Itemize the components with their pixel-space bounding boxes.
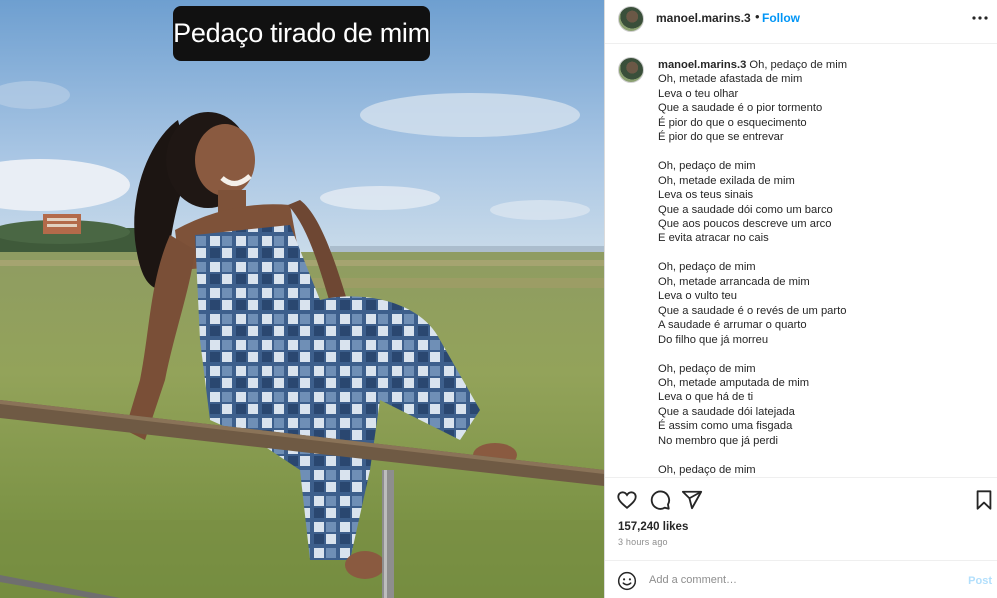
photo-scene [0,0,604,598]
heart-icon[interactable] [616,489,638,511]
post-image[interactable]: Pedaço tirado de mim [0,0,604,598]
author-username[interactable]: manoel.marins.3 [656,11,751,25]
story-text-overlay: Pedaço tirado de mim [173,6,430,61]
post-timestamp[interactable]: 3 hours ago [618,537,668,547]
like-count[interactable]: 157,240 likes [618,521,688,533]
comment-bar: Post [605,560,997,598]
caption-first-line: Oh, pedaço de mim [749,59,848,71]
author-avatar[interactable] [618,6,644,32]
caption-avatar[interactable] [618,57,644,83]
follow-button[interactable]: Follow [762,11,800,25]
header-separator: • [755,9,760,24]
post-header: manoel.marins.3 • Follow [605,0,997,44]
comments-section[interactable]: manoel.marins.3 Oh, pedaço de mim Oh, me… [605,44,997,477]
post-comment-button[interactable]: Post [968,575,992,587]
post-caption: manoel.marins.3 Oh, pedaço de mim Oh, me… [658,58,988,477]
comment-icon[interactable] [649,489,671,511]
caption-body: Oh, metade afastada de mim Leva o teu ol… [658,73,847,476]
bookmark-icon[interactable] [973,489,995,511]
emoji-icon[interactable] [617,571,637,591]
action-bar [605,477,997,521]
caption-username[interactable]: manoel.marins.3 [658,59,746,71]
share-icon[interactable] [681,489,703,511]
more-options-icon[interactable] [970,8,990,28]
comment-input[interactable] [649,570,949,590]
post-panel: manoel.marins.3 • Follow manoel.marins.3… [604,0,997,598]
